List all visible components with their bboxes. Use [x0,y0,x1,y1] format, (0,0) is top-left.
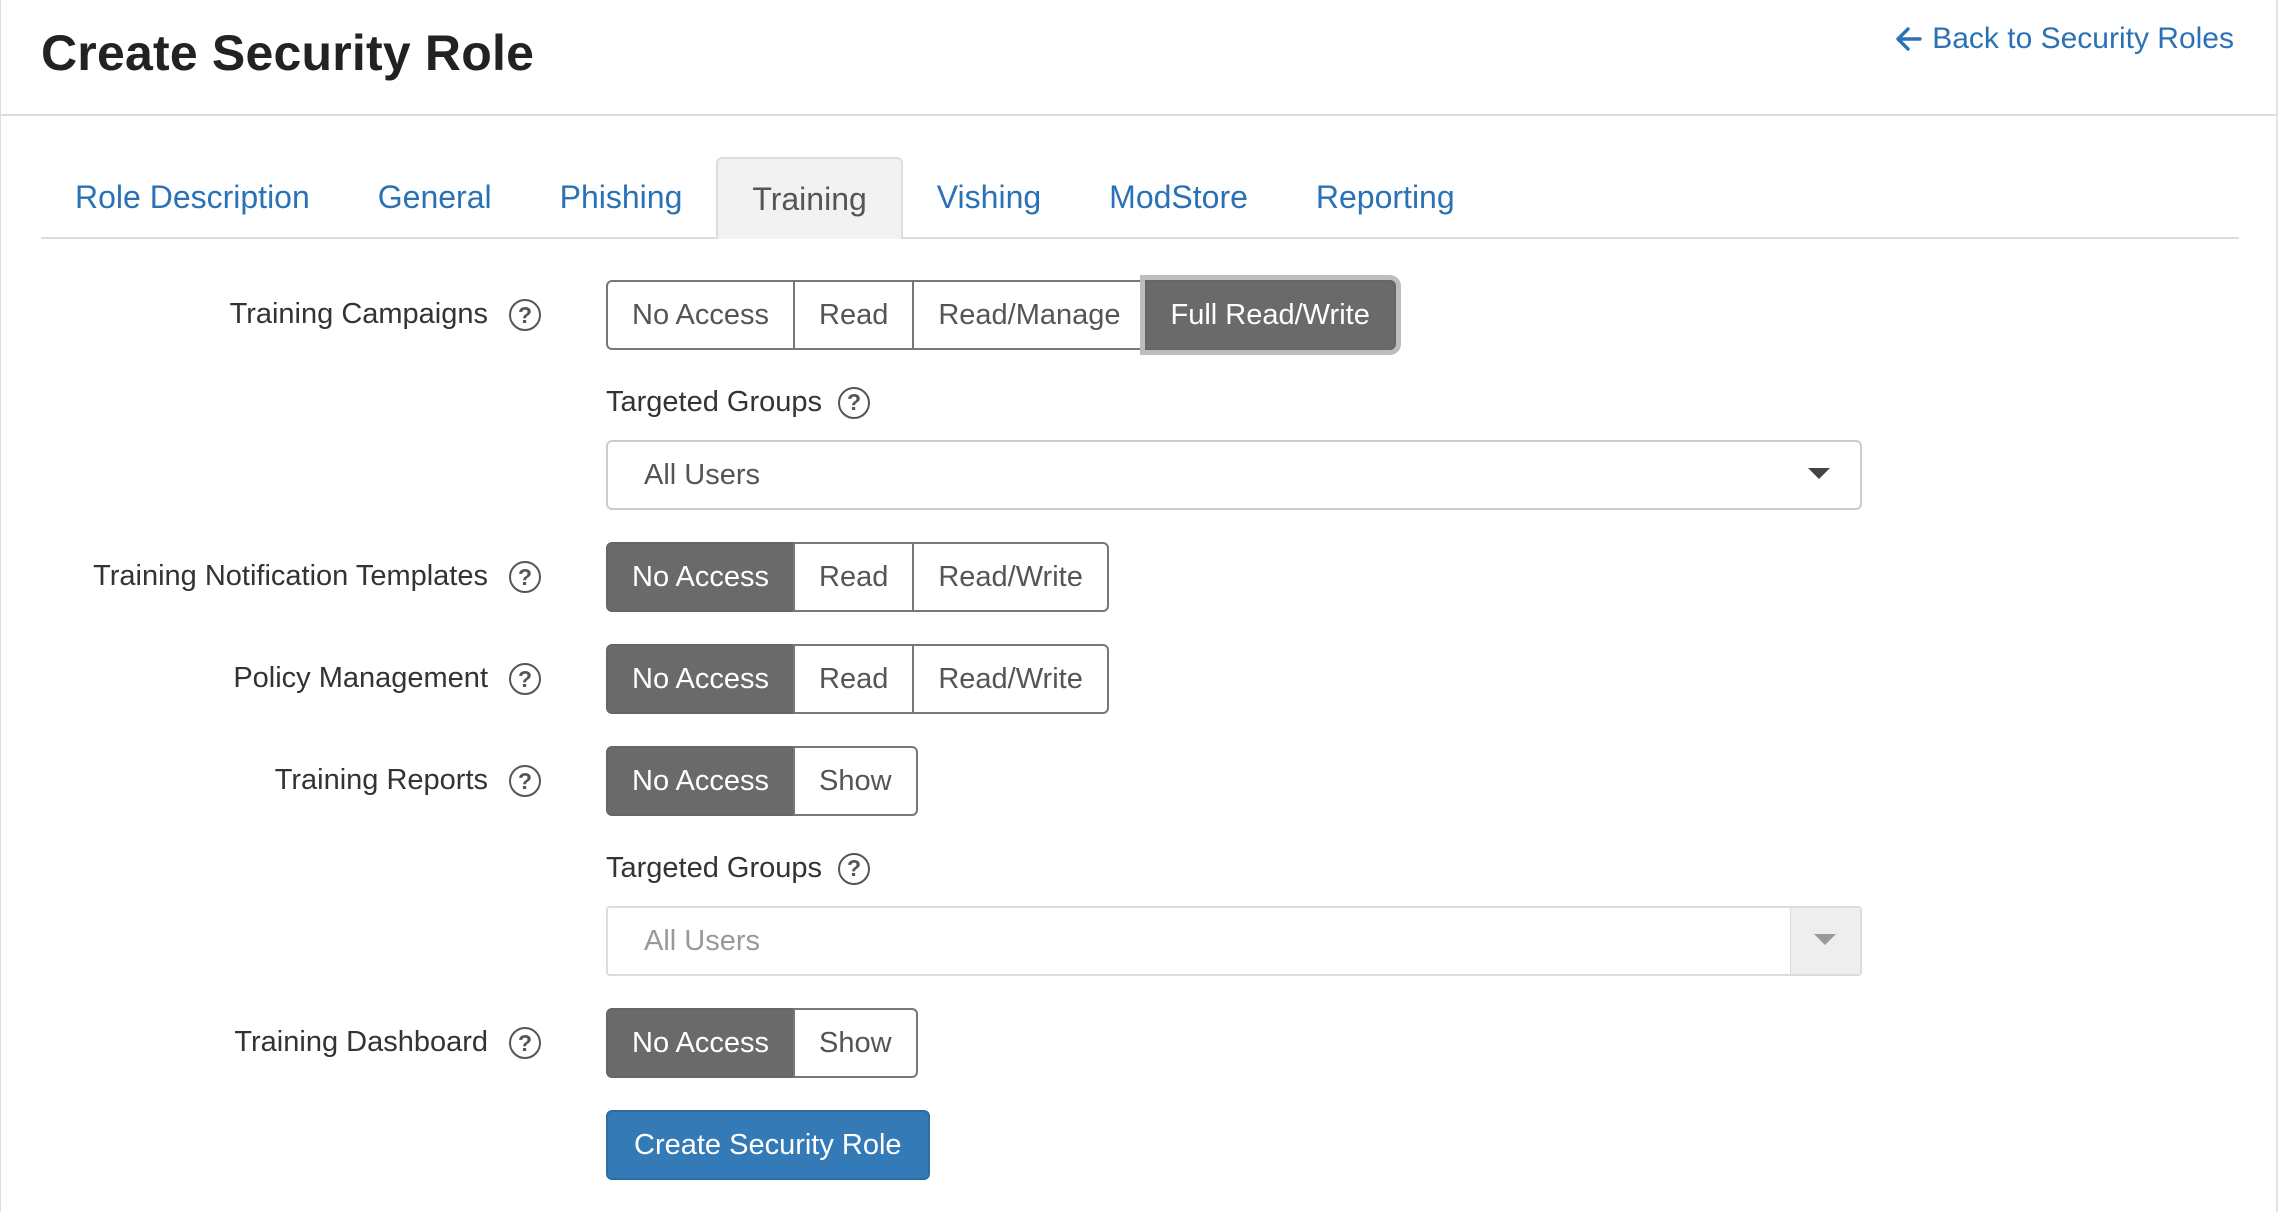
show-button[interactable]: Show [793,1008,918,1078]
training-campaigns-access-group: No Access Read Read/Manage Full Read/Wri… [606,280,1396,350]
targeted-groups-label: Targeted Groups [606,386,823,418]
tab-vishing[interactable]: Vishing [903,157,1075,237]
no-access-button[interactable]: No Access [606,1008,795,1078]
show-button[interactable]: Show [793,746,918,816]
training-notification-templates-access-group: No Access Read Read/Write [606,542,1109,612]
tab-reporting[interactable]: Reporting [1282,157,1489,237]
select-caret-box [1790,908,1860,974]
select-value: All Users [644,924,761,957]
help-icon[interactable]: ? [838,386,871,419]
targeted-groups-label: Targeted Groups [606,852,823,884]
read-manage-button[interactable]: Read/Manage [912,280,1147,350]
caret-down-icon [1814,934,1836,945]
training-campaigns-targeted-groups-select[interactable]: All Users [606,440,1862,510]
help-icon[interactable]: ? [509,1027,541,1059]
no-access-button[interactable]: No Access [606,280,795,350]
create-security-role-button[interactable]: Create Security Role [606,1110,930,1180]
read-button[interactable]: Read [793,280,915,350]
help-icon[interactable]: ? [838,852,871,885]
read-button[interactable]: Read [793,542,915,612]
tab-training[interactable]: Training [716,157,903,239]
help-icon[interactable]: ? [509,299,541,331]
back-link-label: Back to Security Roles [1932,22,2234,55]
help-icon[interactable]: ? [509,765,541,797]
read-write-button[interactable]: Read/Write [912,542,1109,612]
tab-general[interactable]: General [344,157,526,237]
training-notification-templates-label: Training Notification Templates [93,560,488,592]
policy-management-label: Policy Management [233,662,488,694]
training-reports-access-group: No Access Show [606,746,918,816]
training-campaigns-label: Training Campaigns [229,298,488,330]
back-to-security-roles-link[interactable]: Back to Security Roles [1896,22,2234,56]
no-access-button[interactable]: No Access [606,746,795,816]
training-dashboard-access-group: No Access Show [606,1008,918,1078]
help-icon[interactable]: ? [509,561,541,593]
role-tabs: Role Description General Phishing Traini… [41,157,2239,239]
help-icon[interactable]: ? [509,663,541,695]
main-panel: Create Security Role Back to Security Ro… [0,0,2278,1212]
arrow-left-icon [1896,27,1922,51]
training-reports-targeted-groups-select: All Users [606,906,1862,976]
no-access-button[interactable]: No Access [606,644,795,714]
tab-role-description[interactable]: Role Description [41,157,344,237]
training-reports-targeted-groups-label-wrap: Targeted Groups ? [606,852,871,885]
policy-management-access-group: No Access Read Read/Write [606,644,1109,714]
full-read-write-button[interactable]: Full Read/Write [1144,280,1396,350]
page-title: Create Security Role [41,25,535,81]
no-access-button[interactable]: No Access [606,542,795,612]
training-reports-label: Training Reports [274,764,488,796]
read-write-button[interactable]: Read/Write [912,644,1109,714]
page-header: Create Security Role Back to Security Ro… [1,0,2276,116]
select-value: All Users [644,458,761,491]
tab-phishing[interactable]: Phishing [526,157,717,237]
read-button[interactable]: Read [793,644,915,714]
training-campaigns-targeted-groups-label-wrap: Targeted Groups ? [606,386,871,419]
caret-down-icon [1808,468,1830,479]
training-dashboard-label: Training Dashboard [234,1026,488,1058]
tab-modstore[interactable]: ModStore [1075,157,1282,237]
